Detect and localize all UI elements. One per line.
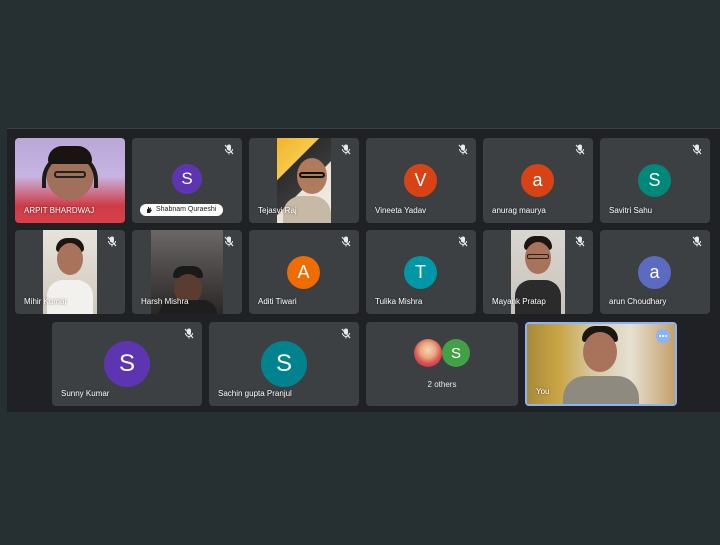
participant-avatar: S xyxy=(104,341,150,387)
participant-tile[interactable]: S Sunny Kumar xyxy=(52,322,202,406)
mic-off-icon xyxy=(692,144,702,155)
participant-tile[interactable]: S Shabnam Quraeshi xyxy=(132,138,242,223)
glasses xyxy=(527,254,549,259)
participant-tile[interactable]: a anurag maurya xyxy=(483,138,593,223)
others-tile[interactable]: S 2 others xyxy=(366,322,518,406)
participant-avatar: S xyxy=(442,339,470,367)
mic-off-icon xyxy=(184,328,194,339)
mic-off-icon xyxy=(224,236,234,247)
participant-tile[interactable]: Tejasvi Raj xyxy=(249,138,359,223)
participant-avatar-image xyxy=(414,339,442,367)
mic-off-icon xyxy=(575,236,585,247)
participant-name: arun Choudhary xyxy=(609,297,667,306)
mic-off-icon xyxy=(575,144,585,155)
participant-tile[interactable]: Mayank Pratap xyxy=(483,230,593,314)
participant-name: Harsh Mishra xyxy=(141,297,189,306)
mic-off-icon xyxy=(341,236,351,247)
participant-tile[interactable]: T Tulika Mishra xyxy=(366,230,476,314)
mic-off-icon xyxy=(458,236,468,247)
glasses xyxy=(299,172,325,178)
participant-name: anurag maurya xyxy=(492,206,546,215)
participant-avatar: a xyxy=(521,164,554,197)
more-options-icon[interactable] xyxy=(656,329,670,343)
hand-raised-icon xyxy=(147,207,152,213)
mic-off-icon xyxy=(341,144,351,155)
participant-tile[interactable]: ARPIT BHARDWAJ xyxy=(15,138,125,223)
participant-tile[interactable]: S Sachin gupta Pranjul xyxy=(209,322,359,406)
mic-off-icon xyxy=(341,328,351,339)
self-tile[interactable]: You xyxy=(525,322,677,406)
participant-avatar: a xyxy=(638,256,671,289)
participant-tile[interactable]: S Savitri Sahu xyxy=(600,138,710,223)
participant-name: Mayank Pratap xyxy=(492,297,546,306)
participant-avatar: S xyxy=(261,341,307,387)
participant-name: Shabnam Quraeshi xyxy=(156,206,217,213)
participant-name: ARPIT BHARDWAJ xyxy=(24,206,95,215)
participant-name: Tulika Mishra xyxy=(375,297,423,306)
participant-tile[interactable]: a arun Choudhary xyxy=(600,230,710,314)
mic-off-icon xyxy=(107,236,117,247)
meeting-grid: ARPIT BHARDWAJ S Shabnam Quraeshi Tejasv… xyxy=(7,128,720,412)
participant-name: Tejasvi Raj xyxy=(258,206,297,215)
participant-tile[interactable]: A Aditi Tiwari xyxy=(249,230,359,314)
participant-tile[interactable]: V Vineeta Yadav xyxy=(366,138,476,223)
person-shirt xyxy=(563,376,639,404)
participant-tile[interactable]: Harsh Mishra xyxy=(132,230,242,314)
participant-tile[interactable]: Mihir Kumar xyxy=(15,230,125,314)
glasses xyxy=(54,171,86,178)
participant-avatar: T xyxy=(404,256,437,289)
participant-avatar: V xyxy=(404,164,437,197)
raised-hand-badge: Shabnam Quraeshi xyxy=(140,204,224,216)
dots-icon xyxy=(659,335,667,337)
participant-avatar: A xyxy=(287,256,320,289)
participant-name: Sunny Kumar xyxy=(61,389,110,398)
person-hair xyxy=(48,146,92,164)
participant-name: Mihir Kumar xyxy=(24,297,68,306)
mic-off-icon xyxy=(692,236,702,247)
mic-off-icon xyxy=(458,144,468,155)
participant-name: Aditi Tiwari xyxy=(258,297,297,306)
others-count: 2 others xyxy=(427,380,457,389)
person-head xyxy=(57,243,83,275)
participant-avatar: S xyxy=(172,164,202,194)
self-name: You xyxy=(536,387,550,396)
participant-name: Savitri Sahu xyxy=(609,206,653,215)
participant-name: Sachin gupta Pranjul xyxy=(218,389,292,398)
participant-avatar: S xyxy=(638,164,671,197)
participant-name: Vineeta Yadav xyxy=(375,206,427,215)
mic-off-icon xyxy=(224,144,234,155)
person-head xyxy=(583,332,617,372)
